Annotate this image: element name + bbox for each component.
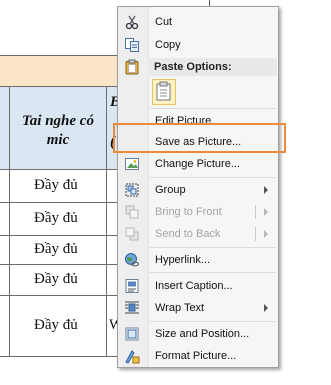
context-menu: Cut Copy Paste Options: Edit Picture Sav…	[117, 6, 279, 368]
menu-item-label: Hyperlink...	[155, 254, 211, 266]
table-cell: Đầy đủ	[34, 317, 78, 333]
table-rule	[0, 295, 120, 296]
table-cell: Đầy đủ	[34, 241, 78, 257]
highlight-annotation-box	[113, 123, 286, 153]
copy-icon	[125, 38, 139, 52]
menu-separator	[150, 272, 276, 273]
menu-item-label: Format Picture...	[155, 350, 237, 362]
menu-item-bring-to-front[interactable]: Bring to Front	[118, 201, 278, 223]
table-rule	[0, 55, 120, 56]
table-rule	[0, 86, 120, 87]
submenu-arrow-icon	[264, 208, 268, 216]
menu-item-send-to-back[interactable]: Send to Back	[118, 223, 278, 245]
paste-options-header: Paste Options:	[148, 58, 277, 76]
clipboard-icon	[125, 59, 139, 75]
menu-item-copy[interactable]: Copy	[118, 34, 278, 56]
menu-item-label: Insert Caption...	[155, 280, 233, 292]
table-rule	[0, 235, 120, 236]
menu-item-label: Bring to Front	[155, 206, 222, 218]
size-position-icon	[125, 327, 139, 341]
table-rule	[0, 264, 120, 265]
menu-item-label: Wrap Text	[155, 302, 205, 314]
menu-item-label: Copy	[155, 39, 181, 51]
menu-item-label: Change Picture...	[155, 158, 240, 170]
table-col-rule	[106, 86, 107, 356]
paste-keep-source-button[interactable]	[152, 79, 176, 105]
split-divider	[255, 227, 256, 241]
menu-item-group[interactable]: Group	[118, 179, 278, 201]
menu-item-change-picture[interactable]: Change Picture...	[118, 153, 278, 175]
menu-item-insert-caption[interactable]: Insert Caption...	[118, 275, 278, 297]
submenu-arrow-icon	[264, 230, 268, 238]
paste-options-label: Paste Options:	[154, 61, 232, 73]
group-icon	[125, 183, 139, 197]
menu-item-size-and-position[interactable]: Size and Position...	[118, 323, 278, 345]
menu-item-label: Cut	[155, 16, 173, 28]
table-cell: Đầy đủ	[34, 210, 78, 226]
table-rule	[0, 202, 120, 203]
menu-separator	[150, 247, 276, 248]
change-picture-icon	[125, 158, 139, 170]
table-cell: Đầy đủ	[34, 271, 78, 287]
table-header-text: Tai nghe có mic	[22, 113, 94, 148]
paste-picture-icon	[156, 81, 171, 101]
menu-item-label: Group	[155, 184, 186, 196]
menu-item-format-picture[interactable]: Format Picture...	[118, 345, 278, 367]
insert-caption-icon	[125, 279, 139, 293]
hyperlink-globe-icon	[125, 253, 140, 267]
send-to-back-icon	[125, 227, 139, 241]
menu-item-hyperlink[interactable]: Hyperlink...	[118, 249, 278, 271]
menu-item-label: Size and Position...	[155, 328, 250, 340]
bring-to-front-icon	[125, 205, 139, 219]
table-band-row	[0, 56, 120, 86]
scissors-icon	[125, 15, 139, 30]
table-col-rule	[9, 86, 10, 356]
menu-item-wrap-text[interactable]: Wrap Text	[118, 297, 278, 319]
menu-separator	[150, 321, 276, 322]
menu-separator	[150, 177, 276, 178]
wrap-text-icon	[125, 301, 139, 314]
menu-item-cut[interactable]: Cut	[118, 11, 278, 33]
submenu-arrow-icon	[264, 186, 268, 194]
split-divider	[255, 205, 256, 219]
menu-separator	[150, 108, 276, 109]
table-cell: Đầy đủ	[34, 177, 78, 193]
submenu-arrow-icon	[264, 304, 268, 312]
table-header-cell-bg-left	[0, 87, 9, 169]
table-rule	[0, 169, 120, 170]
menu-item-label: Send to Back	[155, 228, 221, 240]
format-picture-icon	[125, 350, 140, 364]
table-rule	[0, 356, 120, 357]
